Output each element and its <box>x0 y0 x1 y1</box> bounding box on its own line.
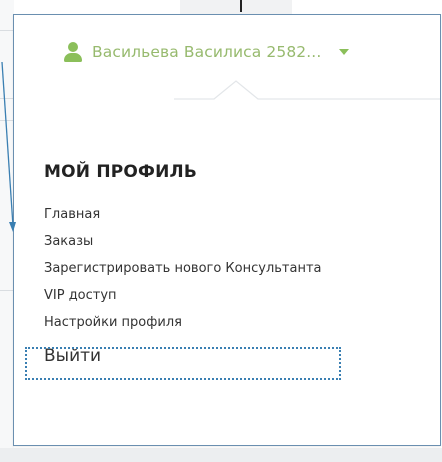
logout-link[interactable]: Выйти <box>44 346 322 373</box>
profile-menu-title: МОЙ ПРОФИЛЬ <box>44 162 198 182</box>
background-page-left-edge <box>0 0 14 462</box>
user-name: Васильева Василиса 2582... <box>92 43 322 61</box>
background-divider <box>0 98 14 99</box>
background-page-bottom-band <box>0 448 442 462</box>
screenshot-stage: Васильева Василиса 2582... МОЙ ПРОФИЛЬ Г… <box>0 0 442 462</box>
profile-menu-list: Главная Заказы Зарегистрировать нового К… <box>44 205 322 373</box>
user-menu-toggle[interactable]: Васильева Василиса 2582... <box>64 39 350 65</box>
text-cursor <box>240 0 242 12</box>
background-divider <box>0 290 14 291</box>
background-divider <box>0 30 14 31</box>
background-page-top-bar <box>180 0 292 14</box>
menu-item-profile-settings[interactable]: Настройки профиля <box>44 313 322 340</box>
menu-item-vip-access[interactable]: VIP доступ <box>44 286 322 313</box>
background-divider <box>0 120 14 121</box>
menu-item-home[interactable]: Главная <box>44 205 322 232</box>
user-icon <box>64 42 82 62</box>
caret-down-icon[interactable] <box>339 49 350 55</box>
user-dropdown-panel: Васильева Василиса 2582... МОЙ ПРОФИЛЬ Г… <box>13 14 441 446</box>
menu-item-register-consultant[interactable]: Зарегистрировать нового Консультанта <box>44 259 322 286</box>
menu-item-orders[interactable]: Заказы <box>44 232 322 259</box>
dropdown-pointer-notch <box>174 80 440 100</box>
